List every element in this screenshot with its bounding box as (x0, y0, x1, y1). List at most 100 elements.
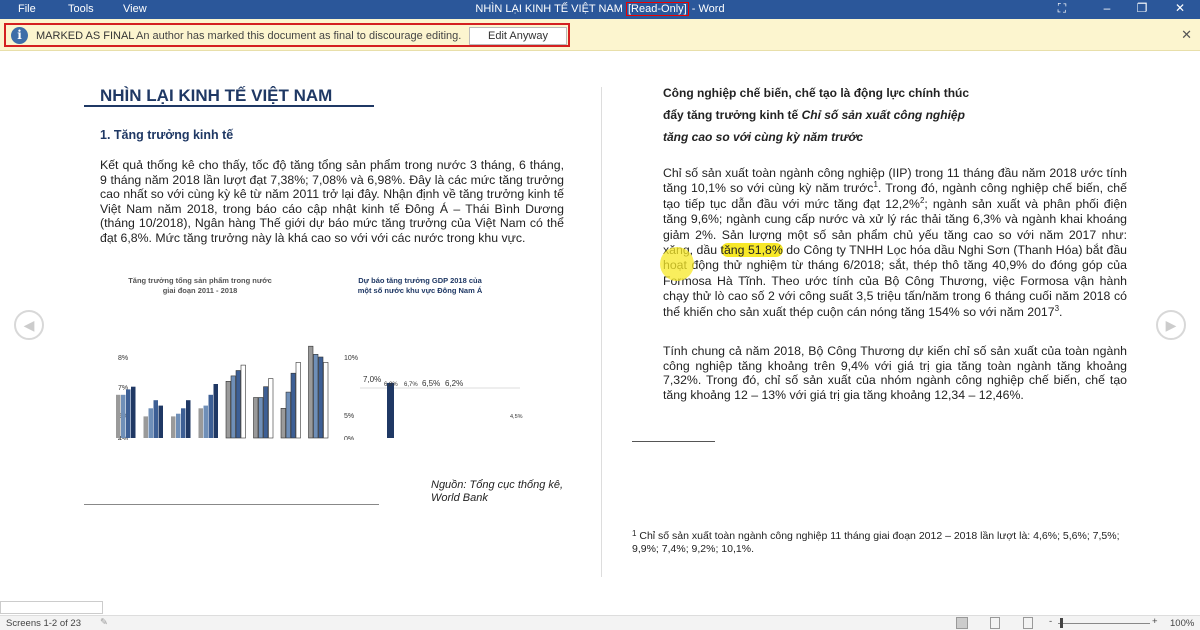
proofing-icon[interactable]: ✎ (100, 617, 108, 628)
left-chart-bar (131, 386, 136, 438)
status-bar: Screens 1-2 of 23 ✎ - + 100% (0, 615, 1200, 630)
left-y-tick: 8% (118, 355, 128, 362)
left-chart-bar (308, 345, 314, 439)
left-chart-bar (208, 394, 213, 438)
print-layout-icon[interactable] (990, 617, 1000, 629)
title-underline (84, 105, 374, 107)
right-heading-line-3: tăng cao so với cùng kỳ năm trước (663, 130, 864, 144)
zoom-in-button[interactable]: + (1152, 616, 1158, 627)
vietnam-forecast-bar (387, 382, 394, 438)
left-chart-bar (203, 405, 208, 438)
left-chart-bar (186, 400, 191, 438)
zoom-slider[interactable] (1058, 623, 1150, 624)
marked-final-message: An author has marked this document as fi… (136, 30, 462, 42)
forecast-label: 6,2% (445, 379, 463, 388)
title-bar: File Tools View NHÌN LẠI KINH TẾ VIỆT NA… (0, 0, 1200, 19)
page-divider (601, 87, 602, 577)
left-chart-bar (116, 394, 121, 438)
left-chart-bar (258, 397, 264, 439)
marked-final-label: MARKED AS FINAL (36, 30, 135, 42)
zoom-out-button[interactable]: - (1049, 616, 1052, 627)
cursor-highlight (660, 247, 694, 281)
page-title: NHÌN LẠI KINH TẾ VIỆT NAM (100, 86, 333, 105)
document-name: NHÌN LẠI KINH TẾ VIỆT NAM (475, 3, 623, 15)
left-chart-bar (323, 362, 329, 439)
left-chart-bar (171, 416, 176, 438)
forecast-label: 6,8% (384, 382, 398, 388)
source-line: World Bank (431, 492, 488, 504)
left-chart-bar (235, 370, 241, 439)
p1-text: ; ngành sản xuất và phân phối điện tăng … (663, 196, 1128, 319)
left-chart-title: Tăng trưởng tổng sản phẩm trong nước (128, 276, 272, 285)
left-chart-bar (213, 384, 218, 438)
highlighted-text: tăng 51,8% (720, 243, 783, 258)
forecast-label: 6,5% (422, 379, 440, 388)
edit-anyway-button[interactable]: Edit Anyway (469, 27, 567, 45)
forecast-label: 6,7% (404, 382, 418, 388)
close-message-bar-icon[interactable]: ✕ (1181, 27, 1192, 43)
screen-count: Screens 1-2 of 23 (6, 618, 81, 629)
footnote-number: 1 (632, 529, 637, 538)
marked-final-notice: i MARKED AS FINAL An author has marked t… (4, 23, 570, 47)
left-chart-bar (230, 375, 236, 439)
right-chart-subtitle: một số nước khu vực Đông Nam Á (358, 286, 483, 295)
left-chart-bar (143, 416, 148, 438)
left-chart-bar (285, 391, 291, 439)
right-y-tick: 10% (344, 355, 358, 362)
left-chart-bar (263, 386, 269, 439)
forecast-label: 4,5% (510, 414, 523, 420)
fullscreen-icon[interactable]: ⛶ (1052, 1, 1072, 16)
previous-page-arrow-icon[interactable]: ◀ (14, 310, 44, 340)
left-chart-bar (126, 389, 131, 438)
heading-text: đẩy tăng trưởng kinh tế (663, 108, 799, 122)
left-chart-bar (268, 378, 274, 439)
footnote-text: Chỉ số sản xuất toàn ngành công nghiệp 1… (632, 530, 1120, 555)
forecast-label: 7,0% (363, 375, 381, 384)
restore-icon[interactable]: ❐ (1132, 1, 1152, 15)
left-chart-bar (153, 400, 158, 438)
right-y-tick: 0% (344, 436, 354, 440)
source-line: Nguồn: Tổng cục thống kê, (431, 479, 564, 491)
right-chart-title: Dự báo tăng trưởng GDP 2018 của (358, 276, 482, 285)
left-chart-bar (318, 356, 324, 439)
right-y-tick: 5% (344, 413, 354, 420)
left-chart-bar (198, 408, 203, 438)
zoom-level[interactable]: 100% (1170, 618, 1194, 629)
left-chart-bar (158, 405, 163, 438)
message-bar: i MARKED AS FINAL An author has marked t… (0, 19, 1200, 51)
info-icon: i (11, 27, 28, 44)
left-chart-bar (313, 354, 319, 439)
left-chart-bar (295, 362, 301, 439)
left-chart-bar (290, 372, 296, 439)
page-bottom-rule (84, 504, 379, 505)
left-paragraph: Kết quả thống kê cho thấy, tốc độ tăng t… (100, 158, 564, 245)
footnote-separator (632, 441, 715, 442)
left-chart-bar (148, 408, 153, 438)
document-area: ◀ ▶ NHÌN LẠI KINH TẾ VIỆT NAM 1. Tăng tr… (0, 52, 1200, 600)
read-only-label: [Read-Only] (626, 2, 689, 16)
zoom-slider-thumb[interactable] (1060, 618, 1063, 628)
section-heading: 1. Tăng trưởng kinh tế (100, 128, 234, 142)
left-chart-bar (240, 364, 246, 439)
heading-italic: Chỉ số sản xuất công nghiệp (801, 108, 965, 122)
web-layout-icon[interactable] (1023, 617, 1033, 629)
footnote: 1 Chỉ số sản xuất toàn ngành công nghiệp… (632, 530, 1132, 556)
left-chart-bar (176, 413, 181, 438)
next-page-arrow-icon[interactable]: ▶ (1156, 310, 1186, 340)
close-window-icon[interactable]: ✕ (1170, 1, 1190, 15)
left-chart-subtitle: giai đoạn 2011 - 2018 (163, 286, 238, 295)
right-paragraph-2: Tính chung cả năm 2018, Bộ Công Thương d… (663, 344, 1127, 402)
read-mode-icon[interactable] (956, 617, 968, 629)
horizontal-scrollbar[interactable] (0, 601, 103, 614)
figure-source: Nguồn: Tổng cục thống kê, World Bank (431, 479, 563, 505)
window-title: NHÌN LẠI KINH TẾ VIỆT NAM [Read-Only] - … (0, 2, 1200, 16)
left-chart-bar (280, 408, 286, 439)
p1-text: . (1059, 304, 1063, 319)
app-name: - Word (691, 3, 725, 15)
right-paragraph-1: Chỉ số sản xuất toàn ngành công nghiệp (… (663, 166, 1127, 320)
embedded-chart-figure: Tăng trưởng tổng sản phẩm trong nước gia… (116, 276, 523, 440)
left-chart-bar (181, 408, 186, 438)
left-chart-bar (253, 397, 259, 439)
minimize-icon[interactable]: – (1097, 1, 1117, 15)
left-chart-bar (225, 381, 231, 439)
